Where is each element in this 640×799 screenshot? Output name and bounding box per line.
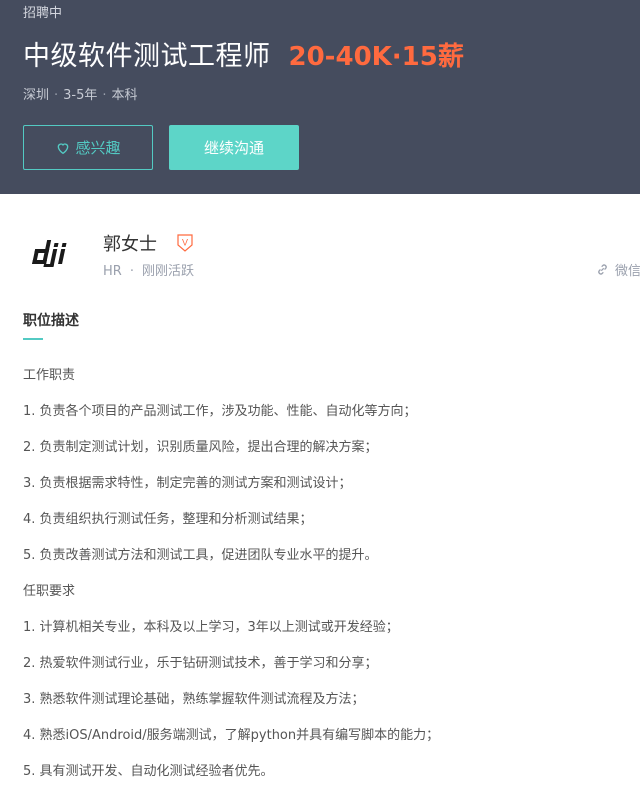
- wechat-label: 微信: [615, 264, 640, 279]
- recruiter-role: HR: [103, 264, 122, 279]
- desc-line: 4. 熟悉iOS/Android/服务端测试，了解python并具有编写脚本的能…: [23, 728, 440, 743]
- salary: 20-40K·15薪: [288, 42, 464, 72]
- interest-button[interactable]: 感兴趣: [23, 125, 153, 170]
- desc-heading-duties: 工作职责: [23, 368, 76, 383]
- recruiter-activity: 刚刚活跃: [141, 264, 194, 279]
- section-underline: [23, 338, 43, 340]
- meta-separator: ·: [54, 88, 59, 103]
- continue-chat-button[interactable]: 继续沟通: [169, 125, 299, 170]
- job-header: 招聘中 中级软件测试工程师 20-40K·15薪 深圳 · 3-5年 · 本科 感兴趣 …: [0, 0, 640, 194]
- desc-line: 5. 负责改善测试方法和测试工具，促进团队专业水平的提升。: [23, 548, 378, 563]
- desc-line: 3. 负责根据需求特性，制定完善的测试方案和测试设计；: [23, 476, 352, 491]
- desc-line: 5. 具有测试开发、自动化测试经验者优先。: [23, 764, 274, 779]
- dji-logo: [32, 240, 67, 267]
- title-row: 中级软件测试工程师 20-40K·15薪: [23, 34, 464, 73]
- meta-separator: ·: [102, 88, 107, 103]
- recruiter-name: 郭女士: [103, 234, 157, 255]
- meta-separator: ·: [129, 264, 134, 279]
- badge-letter: V: [182, 238, 188, 248]
- section-title: 职位描述: [23, 313, 79, 329]
- link-icon: [598, 264, 607, 275]
- desc-line: 1. 计算机相关专业，本科及以上学习，3年以上测试或开发经验；: [23, 620, 399, 635]
- interest-label: 感兴趣: [75, 139, 121, 157]
- desc-heading-requirements: 任职要求: [23, 584, 76, 599]
- job-location: 深圳: [23, 88, 50, 103]
- continue-chat-label: 继续沟通: [203, 139, 264, 157]
- desc-line: 2. 负责制定测试计划，识别质量风险，提出合理的解决方案；: [23, 440, 378, 455]
- desc-line: 2. 热爱软件测试行业，乐于钻研测试技术，善于学习和分享；: [23, 656, 378, 671]
- wechat-link[interactable]: 微信: [596, 260, 640, 279]
- job-status: 招聘中: [23, 6, 63, 21]
- job-title: 中级软件测试工程师: [23, 41, 271, 72]
- recruiter-meta: HR · 刚刚活跃: [103, 260, 194, 279]
- job-education: 本科: [111, 88, 138, 103]
- heart-icon: [58, 142, 69, 154]
- job-meta: 深圳 · 3-5年 · 本科: [23, 84, 138, 103]
- desc-line: 4. 负责组织执行测试任务，整理和分析测试结果；: [23, 512, 313, 527]
- desc-line: 1. 负责各个项目的产品测试工作，涉及功能、性能、自动化等方向；: [23, 404, 417, 419]
- desc-line: 3. 熟悉软件测试理论基础，熟练掌握软件测试流程及方法；: [23, 692, 365, 707]
- verified-badge-icon: V: [177, 234, 193, 252]
- job-experience: 3-5年: [63, 88, 98, 103]
